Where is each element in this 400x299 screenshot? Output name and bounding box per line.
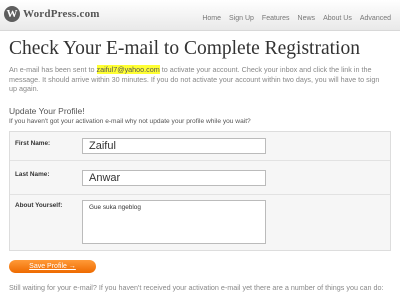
nav-about-us[interactable]: About Us xyxy=(323,15,352,22)
nav-features[interactable]: Features xyxy=(262,15,290,22)
first-name-label: First Name: xyxy=(15,140,51,147)
wordpress-logo[interactable]: W WordPress.com xyxy=(4,6,100,22)
last-name-row: Last Name: Anwar xyxy=(10,160,390,195)
nav-news[interactable]: News xyxy=(298,15,316,22)
top-nav: Home Sign Up Features News About Us Adva… xyxy=(202,15,391,22)
intro-paragraph: An e-mail has been sent to zaiful7@yahoo… xyxy=(9,65,389,94)
intro-text-start: An e-mail has been sent to xyxy=(9,65,97,74)
nav-home[interactable]: Home xyxy=(202,15,221,22)
nav-sign-up[interactable]: Sign Up xyxy=(229,15,254,22)
wordpress-w-icon: W xyxy=(4,6,20,22)
first-name-field[interactable]: Zaiful xyxy=(82,138,266,154)
profile-subheading: If you haven't got your activation e-mai… xyxy=(9,118,251,125)
page-title: Check Your E-mail to Complete Registrati… xyxy=(9,38,360,59)
save-profile-button[interactable]: Save Profile → xyxy=(9,260,96,273)
profile-form: First Name: Zaiful Last Name: Anwar Abou… xyxy=(9,131,391,251)
logo-text: WordPress.com xyxy=(23,8,100,20)
about-row: About Yourself: Gue suka ngeblog xyxy=(10,194,390,251)
last-name-label: Last Name: xyxy=(15,171,50,178)
first-name-row: First Name: Zaiful xyxy=(10,132,390,160)
about-textarea[interactable]: Gue suka ngeblog xyxy=(82,200,266,244)
last-name-field[interactable]: Anwar xyxy=(82,170,266,186)
about-label: About Yourself: xyxy=(15,202,63,209)
email-highlight: zaiful7@yahoo.com xyxy=(96,65,160,74)
footer-text: Still waiting for your e-mail? If you ha… xyxy=(9,283,384,292)
top-bar: W WordPress.com Home Sign Up Features Ne… xyxy=(0,0,400,31)
profile-heading: Update Your Profile! xyxy=(9,106,85,116)
nav-advanced[interactable]: Advanced xyxy=(360,15,391,22)
